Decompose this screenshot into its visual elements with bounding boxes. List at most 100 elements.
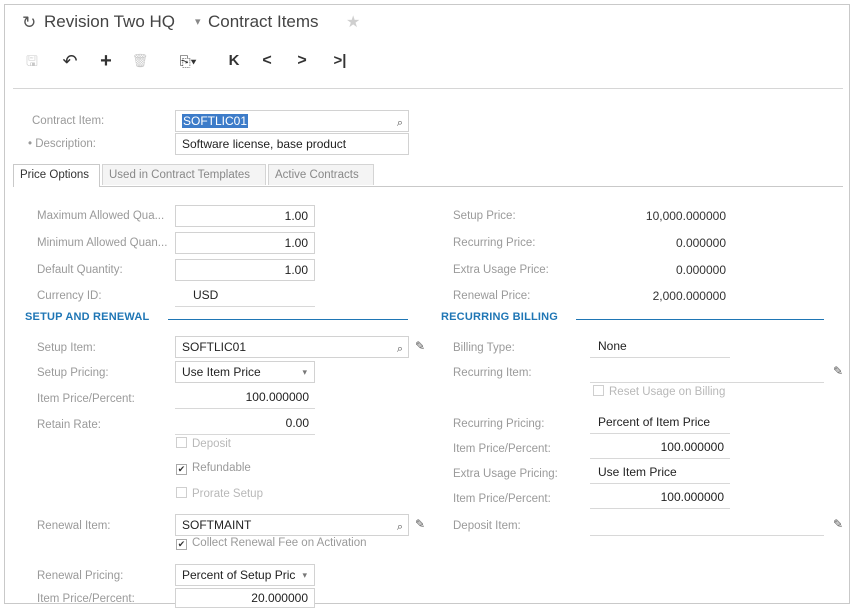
item-price-percent-label: Item Price/Percent: [37, 393, 135, 405]
collect-renewal-fee-checkbox[interactable]: ✔ Collect Renewal Fee on Activation [176, 537, 367, 550]
renewal-pricing-select[interactable]: Percent of Setup Pric ▾ [175, 564, 315, 586]
renewal-pricing-value: Percent of Setup Pric [182, 568, 296, 582]
contract-item-value: SOFTLIC01 [182, 114, 249, 128]
min-qty-input[interactable]: 1.00 [175, 232, 315, 254]
currency-label: Currency ID: [37, 290, 102, 302]
recurring-price-label: Recurring Price: [453, 237, 536, 249]
item-price-percent-value: 100.000000 [175, 387, 315, 409]
renewal-item-label: Renewal Item: [37, 520, 111, 532]
copy-paste-icon[interactable]: ⎘▾ [170, 50, 206, 72]
company-title[interactable]: Revision Two HQ [44, 12, 175, 32]
setup-pricing-value: Use Item Price [182, 365, 261, 379]
edit-pencil-icon[interactable]: ✎ [415, 517, 425, 531]
contract-item-label: Contract Item: [32, 115, 105, 127]
recurring-price-percent-label: Item Price/Percent: [453, 443, 551, 455]
setup-item-input[interactable]: SOFTLIC01 ⌕ [175, 336, 409, 358]
page-title: Contract Items [208, 12, 319, 31]
renewal-price-value: 2,000.000000 [652, 289, 726, 303]
extra-usage-price-percent-value: 100.000000 [590, 487, 730, 509]
reset-usage-checkbox[interactable]: Reset Usage on Billing [593, 385, 725, 398]
tab-used-in-contract-templates[interactable]: Used in Contract Templates [102, 164, 266, 185]
recurring-price-percent-value: 100.000000 [590, 437, 730, 459]
undo-icon[interactable]: ↶ [60, 50, 80, 72]
deposit-item-value [590, 514, 824, 536]
checkbox-checked-icon[interactable]: ✔ [176, 464, 187, 475]
renewal-price-label: Renewal Price: [453, 290, 531, 302]
refundable-checkbox[interactable]: ✔ Refundable [176, 462, 251, 475]
renewal-item-input[interactable]: SOFTMAINT ⌕ [175, 514, 409, 536]
search-icon[interactable]: ⌕ [397, 113, 403, 131]
max-qty-label: Maximum Allowed Qua... [37, 210, 165, 222]
reset-usage-label: Reset Usage on Billing [609, 386, 726, 398]
renewal-price-percent-input[interactable]: 20.000000 [175, 588, 315, 608]
search-icon[interactable]: ⌕ [397, 517, 403, 535]
extra-usage-pricing-label: Extra Usage Pricing: [453, 468, 558, 480]
setup-item-label: Setup Item: [37, 342, 96, 354]
tab-price-options[interactable]: Price Options [13, 164, 100, 187]
description-label: • Description: [28, 138, 96, 150]
delete-icon[interactable]: 🗑 [130, 50, 150, 72]
default-qty-label: Default Quantity: [37, 264, 123, 276]
save-icon[interactable]: 🖫 [22, 50, 42, 72]
collect-renewal-fee-label: Collect Renewal Fee on Activation [192, 537, 367, 549]
tab-bar: Price Options Used in Contract Templates… [13, 164, 843, 187]
default-qty-input[interactable]: 1.00 [175, 259, 315, 281]
edit-pencil-icon[interactable]: ✎ [415, 339, 425, 353]
recurring-billing-heading: RECURRING BILLING [441, 311, 559, 323]
renewal-pricing-label: Renewal Pricing: [37, 570, 124, 582]
billing-type-value: None [590, 336, 730, 358]
retain-rate-value: 0.00 [175, 413, 315, 435]
refresh-icon[interactable]: ↻ [22, 13, 36, 33]
checkbox-unchecked-icon[interactable] [176, 437, 187, 448]
setup-renewal-heading: SETUP AND RENEWAL [25, 311, 150, 323]
checkbox-unchecked-icon[interactable] [176, 487, 187, 498]
recurring-price-value: 0.000000 [675, 236, 726, 250]
edit-pencil-icon[interactable]: ✎ [833, 364, 843, 378]
setup-pricing-select[interactable]: Use Item Price ▾ [175, 361, 315, 383]
extra-usage-price-value: 0.000000 [675, 263, 726, 277]
prorate-setup-label: Prorate Setup [192, 488, 263, 500]
currency-value: USD [175, 285, 315, 307]
deposit-item-label: Deposit Item: [453, 520, 521, 532]
extra-usage-pricing-value: Use Item Price [590, 462, 730, 484]
recurring-item-value [590, 361, 824, 383]
renewal-item-value: SOFTMAINT [182, 518, 252, 532]
previous-record-icon[interactable]: < [257, 50, 277, 72]
contract-item-input[interactable]: SOFTLIC01 ⌕ [175, 110, 409, 132]
setup-item-value: SOFTLIC01 [182, 340, 247, 354]
chevron-down-icon[interactable]: ▾ [302, 565, 307, 585]
renewal-price-percent-label: Item Price/Percent: [37, 593, 135, 605]
setup-price-label: Setup Price: [453, 210, 516, 222]
prorate-setup-checkbox[interactable]: Prorate Setup [176, 487, 263, 500]
chevron-down-icon[interactable]: ▾ [195, 15, 201, 28]
max-qty-input[interactable]: 1.00 [175, 205, 315, 227]
next-record-icon[interactable]: > [292, 50, 312, 72]
tab-active-contracts[interactable]: Active Contracts [268, 164, 374, 185]
add-icon[interactable]: + [96, 50, 116, 72]
recurring-item-label: Recurring Item: [453, 367, 532, 379]
billing-type-label: Billing Type: [453, 342, 515, 354]
setup-renewal-rule [168, 319, 408, 320]
extra-usage-price-percent-label: Item Price/Percent: [453, 493, 551, 505]
last-record-icon[interactable]: >| [328, 50, 352, 72]
checkbox-checked-icon[interactable]: ✔ [176, 539, 187, 550]
description-input[interactable]: Software license, base product [175, 133, 409, 155]
recurring-pricing-label: Recurring Pricing: [453, 418, 545, 430]
min-qty-label: Minimum Allowed Quan... [37, 237, 168, 249]
setup-pricing-label: Setup Pricing: [37, 367, 109, 379]
toolbar-divider [13, 88, 843, 89]
first-record-icon[interactable]: K [224, 50, 244, 72]
checkbox-unchecked-icon[interactable] [593, 385, 604, 396]
retain-rate-label: Retain Rate: [37, 419, 101, 431]
recurring-billing-rule [576, 319, 824, 320]
edit-pencil-icon[interactable]: ✎ [833, 517, 843, 531]
recurring-pricing-value: Percent of Item Price [590, 412, 730, 434]
extra-usage-price-label: Extra Usage Price: [453, 264, 549, 276]
deposit-label: Deposit [192, 438, 231, 450]
search-icon[interactable]: ⌕ [397, 339, 403, 357]
chevron-down-icon[interactable]: ▾ [302, 362, 307, 382]
favorite-star-icon[interactable]: ★ [346, 12, 360, 32]
refundable-label: Refundable [192, 462, 251, 474]
setup-price-value: 10,000.000000 [645, 209, 726, 223]
deposit-checkbox[interactable]: Deposit [176, 437, 231, 450]
